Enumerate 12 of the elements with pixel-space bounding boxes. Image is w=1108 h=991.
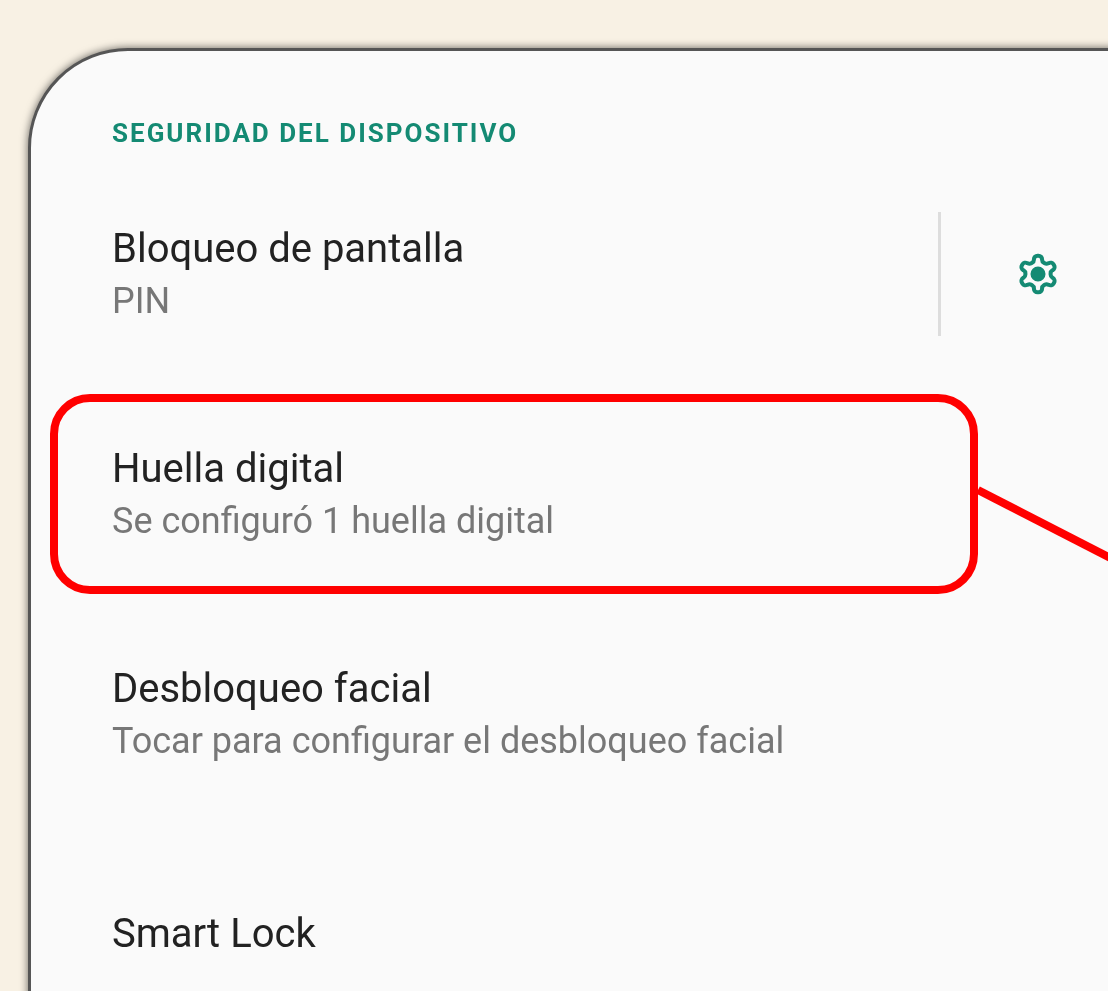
row-subtitle: Se configuró 1 huella digital — [112, 499, 556, 544]
row-title: Huella digital — [112, 444, 345, 494]
settings-row[interactable]: Bloqueo de pantalla PIN — [50, 174, 978, 374]
settings-row[interactable]: Desbloqueo facial Tocar para configurar el desbloqueo facial — [50, 614, 978, 814]
row-subtitle: PIN — [112, 279, 172, 324]
settings-row[interactable]: Smart Lock — [50, 834, 978, 991]
row-subtitle: Tocar para configurar el desbloqueo facial — [112, 719, 786, 764]
settings-row[interactable]: Huella digital Se configuró 1 huella digital — [50, 394, 978, 594]
section-header: SEGURIDAD DEL DISPOSITIVO — [112, 117, 520, 150]
row-title: Smart Lock — [112, 909, 317, 959]
row-title: Desbloqueo facial — [112, 664, 433, 714]
row-title: Bloqueo de pantalla — [112, 224, 466, 274]
